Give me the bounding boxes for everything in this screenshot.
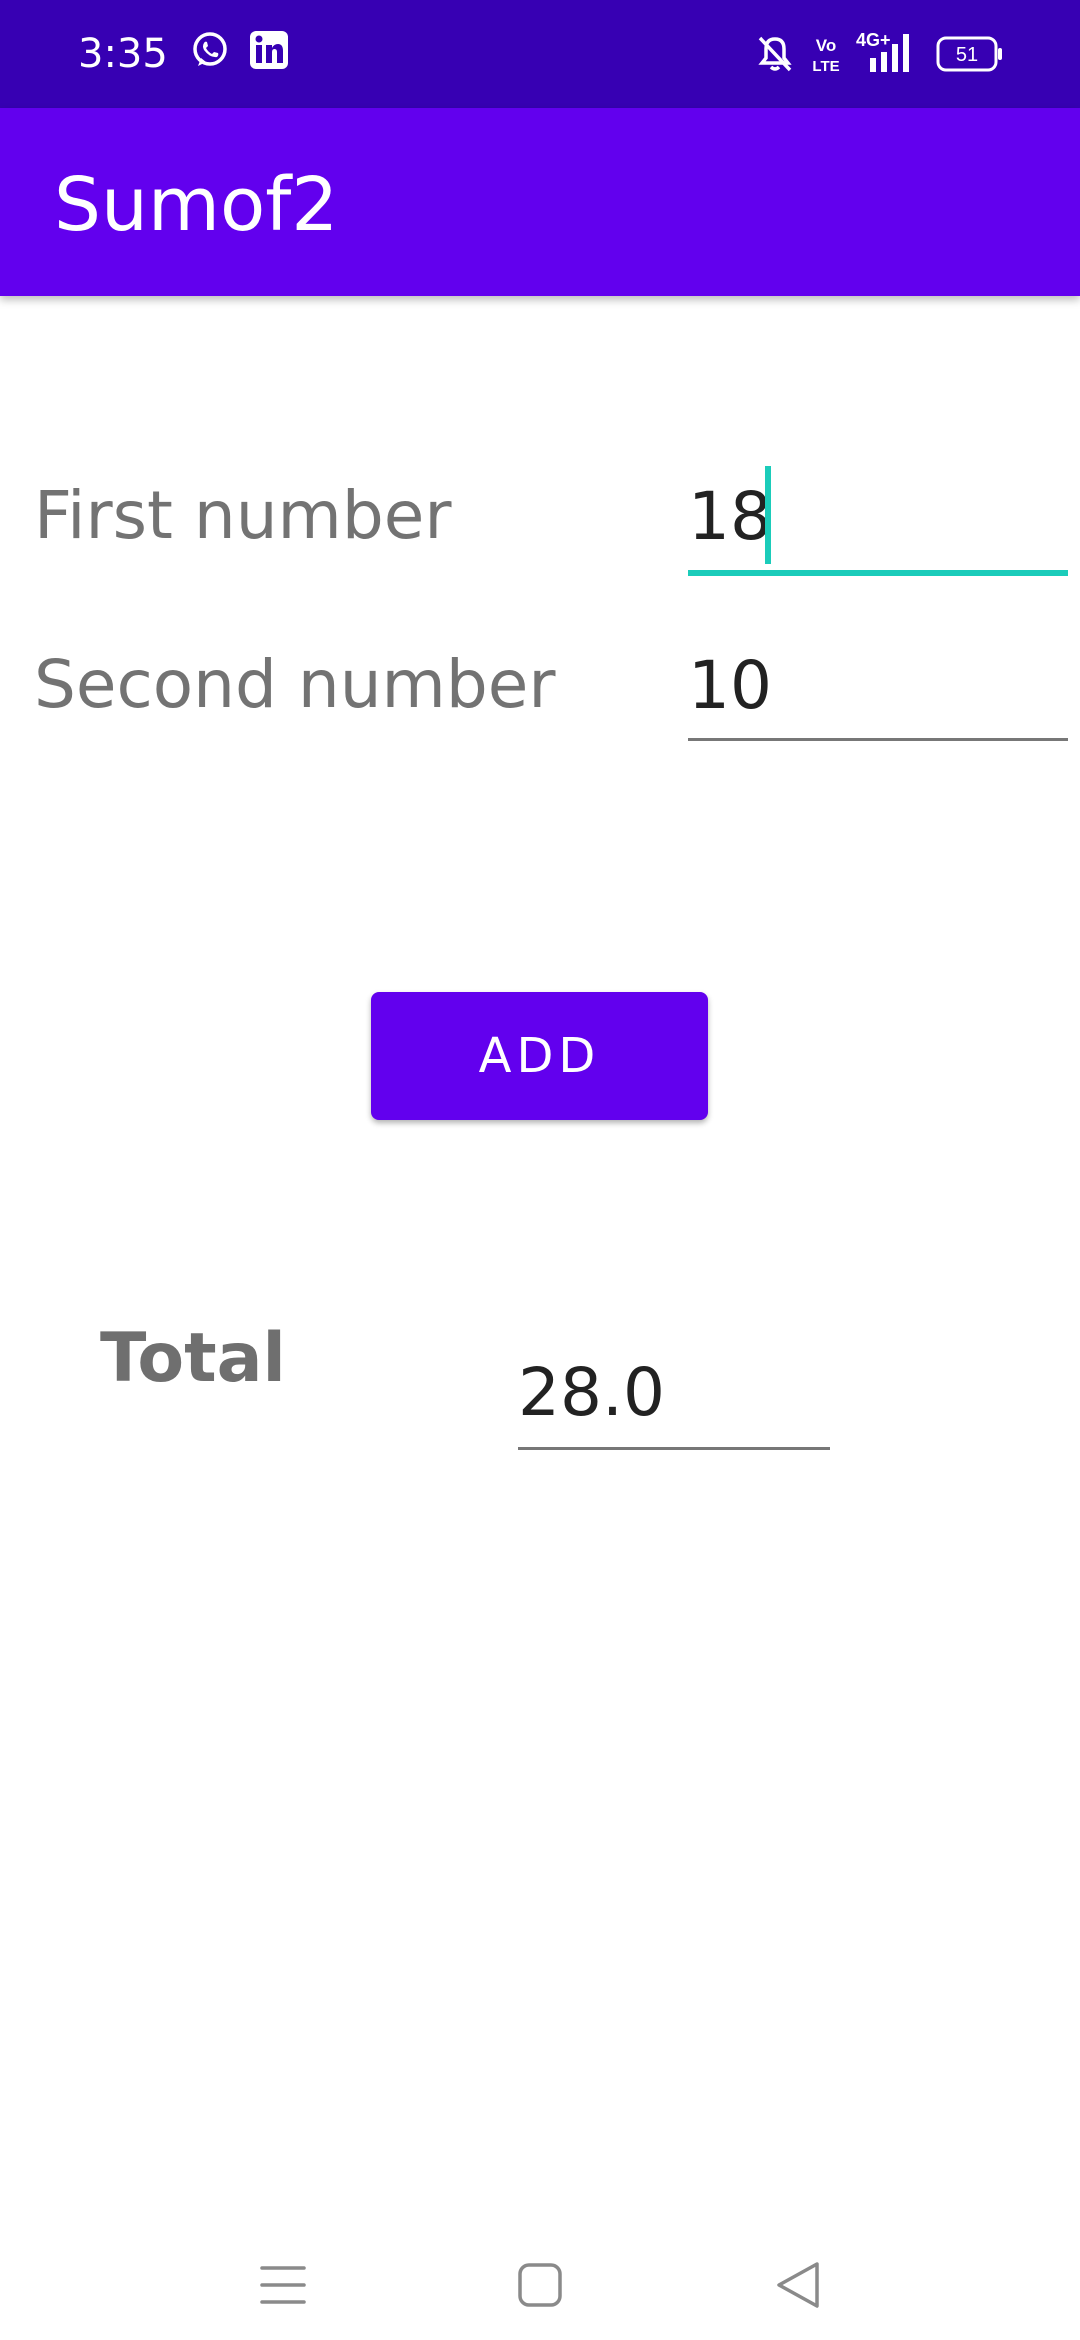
svg-text:LTE: LTE — [812, 58, 839, 74]
home-icon[interactable] — [495, 2240, 585, 2330]
second-number-input[interactable] — [688, 643, 1068, 727]
first-number-input[interactable] — [688, 474, 1068, 558]
status-bar: 3:35 Vo LTE 4G+ 51 — [0, 0, 1080, 108]
second-number-underline — [688, 738, 1068, 741]
total-underline — [518, 1447, 830, 1450]
battery-level: 51 — [956, 44, 978, 66]
add-button[interactable]: ADD — [371, 992, 708, 1120]
navigation-bar — [0, 2220, 1080, 2340]
battery-icon: 51 — [936, 36, 1004, 76]
app-bar: Sumof2 — [0, 108, 1080, 296]
status-time: 3:35 — [78, 31, 168, 77]
second-number-label: Second number — [34, 646, 556, 723]
linkedin-icon — [249, 30, 289, 74]
volte-icon: Vo LTE — [808, 34, 844, 78]
whatsapp-icon — [190, 30, 230, 74]
bell-muted-icon — [756, 34, 794, 78]
app-title: Sumof2 — [54, 162, 339, 248]
text-cursor — [765, 466, 771, 564]
menu-icon[interactable] — [238, 2240, 328, 2330]
first-number-label: First number — [34, 477, 452, 554]
total-label: Total — [100, 1319, 286, 1398]
signal-icon: 4G+ — [852, 28, 918, 78]
svg-text:4G+: 4G+ — [856, 30, 891, 50]
first-number-underline — [688, 570, 1068, 576]
back-icon[interactable] — [753, 2240, 843, 2330]
svg-text:Vo: Vo — [816, 36, 836, 55]
total-value: 28.0 — [518, 1354, 665, 1431]
